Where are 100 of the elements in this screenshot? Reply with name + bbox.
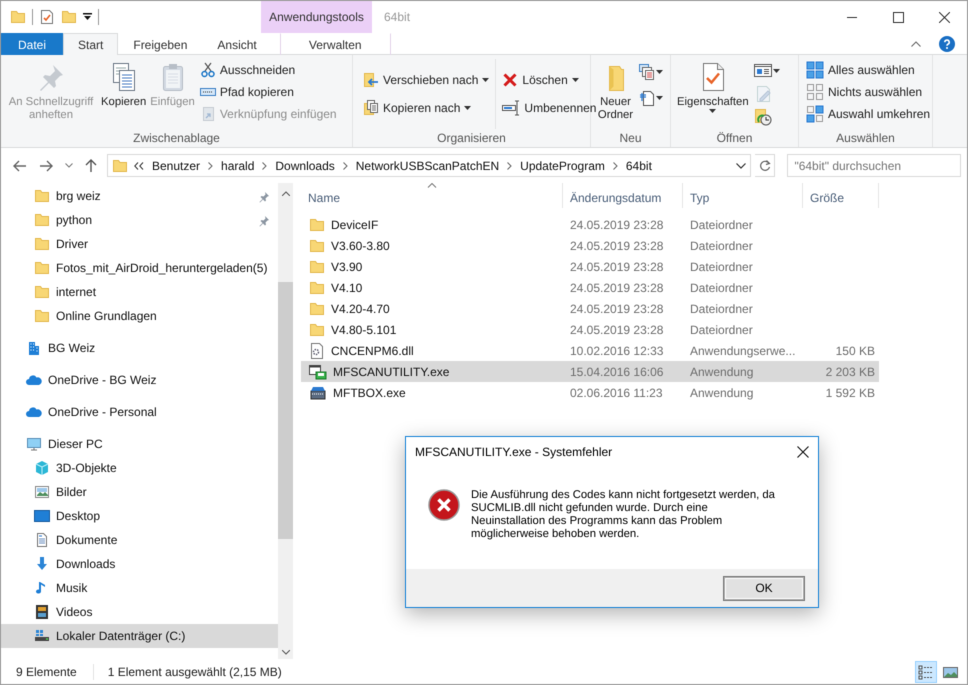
scrollbar-thumb[interactable] xyxy=(278,282,293,539)
column-header[interactable]: Änderungsdatum xyxy=(563,183,683,208)
chevron-right-icon xyxy=(507,162,512,170)
file-type: Dateiordner xyxy=(689,216,754,234)
column-header[interactable]: Typ xyxy=(683,183,803,208)
file-name: V4.20-4.70 xyxy=(331,300,390,318)
address-bar[interactable]: Benutzer harald Downloads NetworkUSBScanPatchEN UpdateProgram 64bit xyxy=(107,154,751,177)
file-name: DeviceIF xyxy=(331,216,378,234)
selection-info: 1 Element ausgewählt (2,15 MB) xyxy=(108,664,282,680)
cube-icon xyxy=(34,460,50,476)
file-row[interactable]: MFSCANUTILITY.exe 15.04.2016 16:06 Anwendung 2 203 KB xyxy=(301,361,879,382)
drive-icon xyxy=(34,628,50,644)
modified-date: 24.05.2019 23:28 xyxy=(569,258,664,276)
ribbon-button[interactable]: Verschieben nach xyxy=(360,69,492,91)
file-type: Anwendungserwe... xyxy=(689,342,796,360)
ribbon-tab[interactable]: Start xyxy=(63,33,118,55)
folder-icon xyxy=(34,284,50,300)
nav-item[interactable]: Bilder xyxy=(1,480,278,504)
minimize-icon xyxy=(847,16,857,18)
folder-icon xyxy=(34,188,50,204)
nav-item[interactable]: OneDrive - BG Weiz xyxy=(1,368,278,392)
nav-item[interactable]: Desktop xyxy=(1,504,278,528)
help-icon xyxy=(939,36,955,52)
nav-item[interactable]: Online Grundlagen xyxy=(1,304,278,328)
modified-date: 02.06.2016 11:23 xyxy=(569,384,664,402)
file-row[interactable]: MFTBOX.exe 02.06.2016 11:23 Anwendung 1 592 KB xyxy=(301,382,879,403)
nav-item[interactable]: Lokaler Datenträger (C:) xyxy=(1,624,278,648)
chevron-right-icon xyxy=(208,162,214,170)
nav-item[interactable]: Dokumente xyxy=(1,528,278,552)
file-row[interactable]: CNCENPM6.dll 10.02.2016 12:33 Anwendungserwe... 150 KB xyxy=(301,340,879,361)
ok-button[interactable]: OK xyxy=(724,576,804,600)
scrollbar[interactable] xyxy=(278,183,293,659)
file-row[interactable]: V4.80-5.101 24.05.2019 23:28 Dateiordner xyxy=(301,319,879,340)
nav-item[interactable]: Videos xyxy=(1,600,278,624)
ribbon-button[interactable]: Eigenschaften xyxy=(675,59,751,118)
nav-item[interactable]: internet xyxy=(1,280,278,304)
ribbon-button[interactable]: Nichts auswählen xyxy=(803,81,934,103)
nav-item[interactable]: Dieser PC xyxy=(1,432,278,456)
folder-pages-icon xyxy=(363,100,379,116)
file-type: Dateiordner xyxy=(689,280,754,296)
file-type: Dateiordner xyxy=(689,238,754,254)
download-arrow-icon xyxy=(34,556,50,572)
refresh-icon xyxy=(758,160,771,172)
refresh-button[interactable] xyxy=(755,154,776,177)
file-type: Dateiordner xyxy=(689,322,754,338)
ribbon-button[interactable]: Auswahl umkehren xyxy=(803,103,934,125)
nav-item[interactable]: Fotos_mit_AirDroid_heruntergeladen(5) xyxy=(1,256,278,280)
file-row[interactable]: DeviceIF 24.05.2019 23:28 Dateiordner xyxy=(301,214,879,235)
group-label: Organisieren xyxy=(436,130,507,147)
view-button[interactable] xyxy=(915,660,937,682)
folder-icon xyxy=(309,300,325,316)
ribbon-button[interactable]: Kopieren nach xyxy=(360,97,492,119)
ribbon-tab[interactable]: Ansicht xyxy=(202,33,272,55)
ribbon-button[interactable]: Pfad kopieren xyxy=(196,81,340,103)
four-squares-icon xyxy=(806,61,824,79)
ribbon-tab[interactable]: Datei xyxy=(1,33,64,55)
file-row[interactable]: V4.20-4.70 24.05.2019 23:28 Dateiordner xyxy=(301,298,879,319)
ribbon-button[interactable]: Kopieren xyxy=(99,59,148,111)
window-panel-icon xyxy=(754,62,772,80)
error-message: Die Ausführung des Codes kann nicht fortgesetzt werden, da SUCMLIB.dll nicht gefunden wurde. Durch eine Neuinstallation des Programms kann das Problem möglicherweise behoben werden. xyxy=(471,489,776,542)
breadcrumb[interactable]: UpdateProgram xyxy=(518,156,607,174)
file-name: MFSCANUTILITY.exe xyxy=(333,364,450,380)
ribbon-button[interactable]: Ausschneiden xyxy=(196,59,340,81)
ribbon-button[interactable]: Alles auswählen xyxy=(803,59,934,81)
chevron-right-icon xyxy=(612,162,618,170)
nav-item[interactable]: OneDrive - Personal xyxy=(1,400,278,424)
column-header[interactable]: Name xyxy=(301,183,563,208)
search-field[interactable]: "64bit" durchsuchen xyxy=(787,154,961,177)
file-name: V4.80-5.101 xyxy=(331,322,396,338)
context-tab-group: Anwendungstools xyxy=(261,1,372,33)
nav-item[interactable]: BG Weiz xyxy=(1,336,278,360)
folder-icon xyxy=(309,216,325,232)
nav-item[interactable]: python xyxy=(1,208,278,232)
chevron-right-icon xyxy=(262,162,268,170)
gear-page-icon xyxy=(309,342,325,358)
modified-date: 24.05.2019 23:28 xyxy=(569,300,664,318)
file-row[interactable]: V4.10 24.05.2019 23:28 Dateiordner xyxy=(301,277,879,298)
ribbon-tab[interactable]: Freigeben xyxy=(118,33,202,55)
folder-icon xyxy=(34,236,50,252)
nav-item[interactable]: Driver xyxy=(1,232,278,256)
nav-item[interactable]: Musik xyxy=(1,576,278,600)
document-icon xyxy=(34,532,50,548)
nav-item[interactable]: Downloads xyxy=(1,552,278,576)
breadcrumb[interactable]: NetworkUSBScanPatchEN xyxy=(354,156,502,174)
breadcrumb[interactable]: Benutzer xyxy=(150,156,202,174)
folder-icon xyxy=(112,158,128,174)
folder-icon xyxy=(309,322,325,338)
breadcrumb[interactable]: Downloads xyxy=(273,156,337,174)
breadcrumb[interactable]: 64bit xyxy=(624,156,654,174)
nav-item[interactable]: 3D-Objekte xyxy=(1,456,278,480)
folder-clock-icon xyxy=(754,108,772,126)
nav-item[interactable]: brg weiz xyxy=(1,184,278,208)
file-row[interactable]: V3.60-3.80 24.05.2019 23:28 Dateiordner xyxy=(301,235,879,256)
breadcrumb[interactable]: harald xyxy=(219,156,256,174)
file-type: Dateiordner xyxy=(689,300,754,318)
column-header[interactable]: Größe xyxy=(803,183,879,208)
file-size: 1 592 KB xyxy=(824,384,876,402)
arrow-left-icon xyxy=(13,160,27,172)
file-row[interactable]: V3.90 24.05.2019 23:28 Dateiordner xyxy=(301,256,879,277)
close-icon xyxy=(938,12,950,22)
